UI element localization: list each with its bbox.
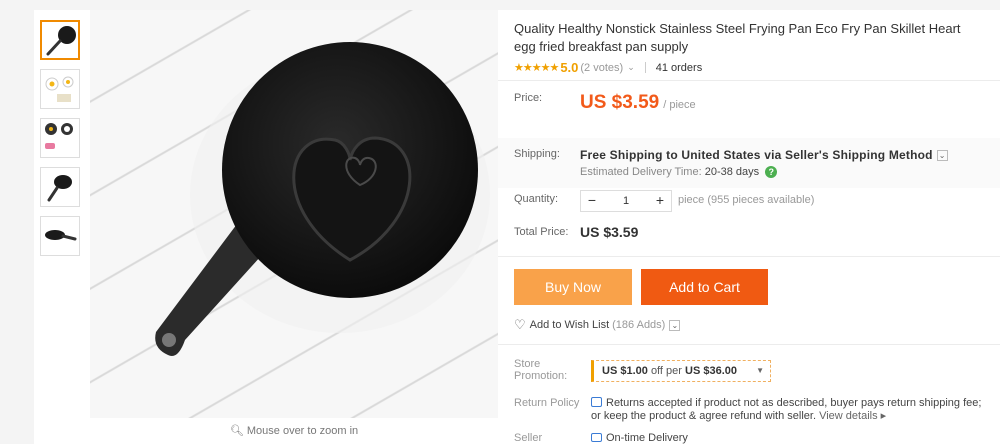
- return-policy-label: Return Policy: [514, 397, 580, 409]
- gallery-panel: 🔍︎ Mouse over to zoom in: [34, 10, 498, 444]
- return-policy-text: Returns accepted if product not as descr…: [591, 397, 982, 422]
- wishlist-count: (186 Adds): [612, 319, 666, 331]
- thumbnail-list: [40, 20, 84, 265]
- frying-pan-illustration: [155, 42, 490, 356]
- total-value: US $3.59: [580, 224, 639, 240]
- main-product-image[interactable]: [90, 10, 498, 418]
- chevron-down-icon[interactable]: ⌄: [669, 319, 681, 331]
- shipping-method[interactable]: Free Shipping to United States via Selle…: [580, 148, 948, 162]
- divider: [498, 80, 1000, 81]
- wishlist-text: Add to Wish List: [529, 319, 610, 331]
- thumb-pan-side-image: [47, 175, 72, 202]
- divider: [644, 62, 646, 73]
- divider: [498, 344, 1000, 345]
- price-amount: US $3.59: [580, 92, 660, 113]
- wishlist-link[interactable]: ♡ Add to Wish List (186 Adds) ⌄: [514, 317, 681, 333]
- thumb-pan-image: [46, 26, 76, 56]
- seller-guarantee: On-time Delivery: [591, 432, 688, 444]
- add-to-cart-button[interactable]: Add to Cart: [641, 269, 768, 305]
- increase-button[interactable]: +: [649, 191, 671, 211]
- view-details-link[interactable]: View details ▸: [819, 410, 886, 422]
- buy-now-button[interactable]: Buy Now: [514, 269, 632, 305]
- rating-score: 5.0: [560, 60, 579, 75]
- price-label: Price:: [514, 92, 543, 104]
- decrease-button[interactable]: −: [581, 191, 603, 211]
- return-policy: Returns accepted if product not as descr…: [591, 397, 991, 423]
- divider: [498, 256, 1000, 257]
- orders-count: 41 orders: [655, 61, 703, 74]
- truck-icon: [591, 433, 602, 442]
- thumbnail-2[interactable]: [40, 69, 80, 109]
- price-value: US $3.59/ piece: [580, 92, 696, 114]
- thumb-eggs-image: [45, 76, 74, 102]
- chevron-down-icon[interactable]: ⌄: [936, 150, 948, 162]
- help-icon[interactable]: ?: [765, 166, 778, 179]
- product-details: Quality Healthy Nonstick Stainless Steel…: [498, 10, 1000, 444]
- caret-down-icon: ▼: [756, 366, 764, 375]
- shipping-label: Shipping:: [514, 148, 560, 160]
- chevron-down-icon[interactable]: ⌄: [627, 62, 635, 73]
- seller-label: Seller: [514, 432, 543, 444]
- thumb-pan-flat-image: [45, 230, 77, 241]
- quantity-label: Quantity:: [514, 193, 559, 205]
- total-label: Total Price:: [514, 226, 569, 238]
- thumbnail-4[interactable]: [40, 167, 80, 207]
- heart-icon: ♡: [514, 317, 526, 332]
- seller-guarantee-text: On-time Delivery: [606, 432, 688, 444]
- quantity-input[interactable]: [603, 195, 649, 207]
- thumbnail-1[interactable]: [40, 20, 80, 60]
- promo-off-per: off per: [650, 365, 682, 377]
- promo-threshold: US $36.00: [685, 365, 737, 377]
- policy-icon: [591, 397, 602, 407]
- delivery-label: Estimated Delivery Time:: [580, 166, 702, 178]
- product-page: 🔍︎ Mouse over to zoom in Quality Healthy…: [0, 0, 1000, 444]
- quantity-stepper: − +: [580, 190, 672, 212]
- shipping-method-text: Free Shipping to United States via Selle…: [580, 148, 933, 162]
- delivery-value: 20-38 days: [704, 166, 760, 178]
- delivery-estimate: Estimated Delivery Time: 20-38 days ?: [580, 166, 778, 179]
- promotion-label: Store Promotion:: [514, 358, 568, 382]
- promo-amount: US $1.00: [602, 365, 648, 377]
- magnifier-icon: 🔍︎: [229, 425, 244, 437]
- price-unit: / piece: [663, 99, 696, 111]
- votes-count[interactable]: (2 votes): [580, 62, 623, 74]
- thumb-food-image: [45, 123, 73, 149]
- shipping-section: [498, 138, 1000, 188]
- zoom-hint-text: Mouse over to zoom in: [246, 425, 359, 437]
- star-rating-icon: ★★★★★: [514, 62, 559, 74]
- stock-info: piece (955 pieces available): [678, 194, 815, 206]
- product-title: Quality Healthy Nonstick Stainless Steel…: [514, 21, 961, 54]
- rating-row: ★★★★★ 5.0 (2 votes) ⌄ 41 orders: [514, 60, 702, 75]
- thumbnail-3[interactable]: [40, 118, 80, 158]
- store-promotion[interactable]: US $1.00 off per US $36.00 ▼: [591, 360, 771, 382]
- thumbnail-5[interactable]: [40, 216, 80, 256]
- zoom-hint: 🔍︎ Mouse over to zoom in: [90, 424, 498, 437]
